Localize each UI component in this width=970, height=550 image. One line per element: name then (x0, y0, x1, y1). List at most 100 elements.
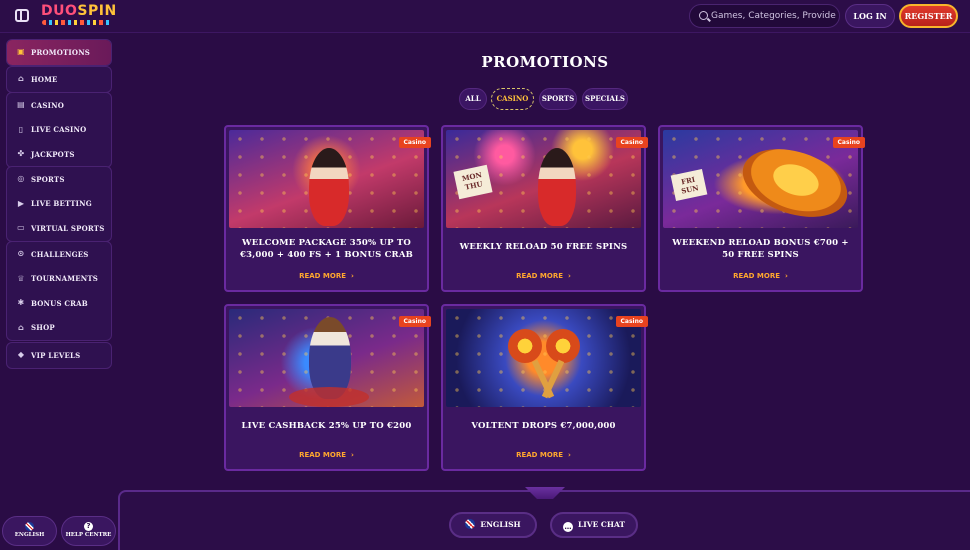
logo-part-spin: SPIN (77, 3, 117, 19)
read-more-label: READ MORE (516, 451, 564, 459)
trophy-icon: ♕ (17, 273, 25, 283)
sidebar-group-home: ⌂ HOME (6, 66, 112, 93)
casino-badge: Casino (832, 137, 865, 148)
search-box[interactable] (689, 4, 840, 28)
shop-icon: ⌂ (18, 322, 24, 332)
sidebar-item-live-casino[interactable]: ▯ LIVE CASINO (7, 118, 111, 143)
casino-badge: Casino (398, 316, 431, 327)
casino-badge: Casino (398, 137, 431, 148)
sidebar-item-label: LIVE BETTING (31, 199, 92, 209)
chevron-right-icon: › (568, 451, 571, 459)
promo-card-weekend-reload[interactable]: FRI SUN Casino WEEKEND RELOAD BONUS €700… (658, 125, 865, 292)
sidebar-item-label: LIVE CASINO (31, 125, 87, 135)
dancer-figure (538, 148, 576, 226)
sidebar-group-casino: ▤ CASINO ▯ LIVE CASINO ✤ JACKPOTS (6, 92, 112, 168)
sidebar-item-live-betting[interactable]: ▶ LIVE BETTING (7, 192, 111, 217)
chevron-right-icon: › (785, 272, 788, 280)
sidebar-group-promotions: ▣ PROMOTIONS (6, 39, 112, 66)
promo-card-welcome[interactable]: Casino WELCOME PACKAGE 350% UP TO €3,000… (224, 125, 431, 292)
live-casino-icon: ▯ (18, 124, 24, 134)
promo-title: WELCOME PACKAGE 350% UP TO €3,000 + 400 … (240, 238, 413, 260)
logo[interactable]: DUOSPIN (41, 3, 117, 19)
promo-image-maracas (446, 309, 641, 407)
tab-casino[interactable]: CASINO (491, 88, 534, 110)
sidebar-item-vip-levels[interactable]: ◆ VIP LEVELS (7, 343, 111, 368)
maraca-left-graphic (508, 329, 542, 363)
read-more-link[interactable]: READ MORE › (226, 451, 427, 459)
tab-specials[interactable]: SPECIALS (582, 88, 628, 110)
sidebar-item-home[interactable]: ⌂ HOME (7, 67, 111, 92)
diamond-icon: ◆ (17, 350, 25, 360)
chevron-right-icon: › (568, 272, 571, 280)
sidebar-language-button[interactable]: ENGLISH (2, 516, 57, 546)
sidebar-group-rewards: ⊙ CHALLENGES ♕ TOURNAMENTS ✱ BONUS CRAB … (6, 241, 112, 341)
promo-image-guitarist (229, 309, 424, 407)
uk-flag-icon (25, 522, 34, 531)
sidebar-item-label: CASINO (31, 100, 65, 110)
crab-icon: ✱ (17, 298, 25, 308)
dancer-figure (309, 148, 349, 226)
sidebar-item-casino[interactable]: ▤ CASINO (7, 93, 111, 118)
register-button[interactable]: REGISTER (899, 4, 958, 28)
promo-card-voltent-drops[interactable]: Casino VOLTENT DROPS €7,000,000 READ MOR… (441, 304, 648, 471)
sidebar-item-label: HOME (31, 74, 58, 84)
sidebar-toggle-icon[interactable] (15, 9, 29, 22)
sidebar-item-shop[interactable]: ⌂ SHOP (7, 316, 111, 341)
footer-language-button[interactable]: ENGLISH (449, 512, 537, 538)
promo-card-weekly-reload[interactable]: MON THU Casino WEEKLY RELOAD 50 FREE SPI… (441, 125, 648, 292)
sidebar-item-sports[interactable]: ◎ SPORTS (7, 167, 111, 192)
read-more-link[interactable]: READ MORE › (443, 272, 644, 280)
monitor-icon: ▭ (17, 223, 25, 233)
promo-title: VOLTENT DROPS €7,000,000 (471, 421, 616, 431)
tab-sports[interactable]: SPORTS (539, 88, 577, 110)
top-header: DUOSPIN LOG IN REGISTER (0, 0, 970, 33)
sidebar-item-label: TOURNAMENTS (31, 274, 99, 284)
live-chat-button[interactable]: … LIVE CHAT (550, 512, 638, 538)
login-button[interactable]: LOG IN (845, 4, 895, 28)
promo-title: WEEKEND RELOAD BONUS €700 + 50 FREE SPIN… (672, 238, 849, 260)
sidebar-group-vip: ◆ VIP LEVELS (6, 342, 112, 369)
read-more-link[interactable]: READ MORE › (443, 451, 644, 459)
read-more-label: READ MORE (299, 451, 347, 459)
sidebar-group-sports: ◎ SPORTS ▶ LIVE BETTING ▭ VIRTUAL SPORTS (6, 166, 112, 242)
casino-badge: Casino (615, 137, 648, 148)
promo-image-weekly: MON THU (446, 130, 641, 228)
uk-flag-icon (465, 519, 476, 529)
sidebar-item-label: SHOP (31, 323, 55, 333)
tab-all[interactable]: ALL (459, 88, 487, 110)
sidebar-item-tournaments[interactable]: ♕ TOURNAMENTS (7, 267, 111, 292)
page-title: PROMOTIONS (481, 53, 609, 71)
sidebar-item-jackpots[interactable]: ✤ JACKPOTS (7, 142, 111, 167)
sidebar-item-label: BONUS CRAB (31, 298, 88, 308)
footer-panel (118, 490, 970, 550)
search-input[interactable] (711, 8, 836, 24)
promo-card-live-cashback[interactable]: Casino LIVE CASHBACK 25% UP TO €200 READ… (224, 304, 431, 471)
read-more-label: READ MORE (733, 272, 781, 280)
promo-title: LIVE CASHBACK 25% UP TO €200 (241, 421, 412, 431)
sidebar-item-label: PROMOTIONS (31, 47, 91, 57)
promo-title: WEEKLY RELOAD 50 FREE SPINS (459, 242, 628, 252)
logo-flowers-decoration (42, 20, 112, 25)
sidebar-item-label: VIP LEVELS (31, 350, 81, 360)
read-more-label: READ MORE (299, 272, 347, 280)
flowers-graphic (289, 387, 369, 407)
sidebar-item-challenges[interactable]: ⊙ CHALLENGES (7, 242, 111, 267)
casino-badge: Casino (615, 316, 648, 327)
promo-image-dancer (229, 130, 424, 228)
sidebar-item-promotions[interactable]: ▣ PROMOTIONS (7, 40, 111, 65)
sidebar-item-virtual-sports[interactable]: ▭ VIRTUAL SPORTS (7, 216, 111, 241)
maraca-right-graphic (546, 329, 580, 363)
sidebar-item-label: SPORTS (31, 174, 65, 184)
sidebar-language-label: ENGLISH (14, 532, 45, 538)
chat-bubble-icon: … (563, 522, 573, 532)
read-more-link[interactable]: READ MORE › (226, 272, 427, 280)
sidebar-item-label: VIRTUAL SPORTS (31, 223, 105, 233)
target-icon: ⊙ (17, 249, 25, 259)
footer-language-label: ENGLISH (480, 520, 521, 529)
sidebar-help-button[interactable]: ? HELP CENTRE (61, 516, 116, 546)
play-icon: ▶ (17, 198, 25, 208)
sidebar-item-bonus-crab[interactable]: ✱ BONUS CRAB (7, 291, 111, 316)
sidebar: ▣ PROMOTIONS ⌂ HOME ▤ CASINO ▯ LIVE CASI… (0, 33, 118, 550)
sidebar-item-label: JACKPOTS (31, 149, 75, 159)
read-more-link[interactable]: READ MORE › (660, 272, 861, 280)
